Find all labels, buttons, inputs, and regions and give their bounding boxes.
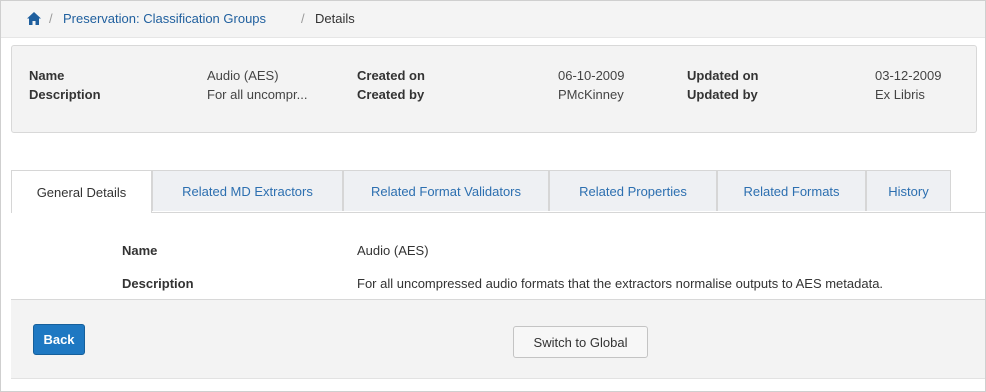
breadcrumb-link-classification-groups[interactable]: Preservation: Classification Groups <box>63 11 266 26</box>
switch-to-global-button[interactable]: Switch to Global <box>513 326 648 358</box>
summary-updated-by-value: Ex Libris <box>875 87 925 102</box>
tab-related-format-validators[interactable]: Related Format Validators <box>343 170 549 211</box>
detail-name-label: Name <box>122 243 158 258</box>
summary-created-by-value: PMcKinney <box>558 87 624 102</box>
breadcrumb-separator: / <box>49 11 53 26</box>
summary-created-on-value: 06-10-2009 <box>558 68 625 83</box>
home-icon[interactable] <box>27 12 41 25</box>
page-frame: / Preservation: Classification Groups / … <box>0 0 986 392</box>
detail-name-value: Audio (AES) <box>357 243 429 258</box>
summary-description-label: Description <box>29 87 101 102</box>
tab-related-md-extractors[interactable]: Related MD Extractors <box>152 170 343 211</box>
breadcrumb-current: Details <box>315 11 355 26</box>
tab-related-properties[interactable]: Related Properties <box>549 170 717 211</box>
tab-history[interactable]: History <box>866 170 951 211</box>
summary-created-by-label: Created by <box>357 87 425 102</box>
tabs-divider <box>11 212 985 213</box>
action-bar: Back Switch to Global <box>11 299 985 379</box>
summary-created-on-label: Created on <box>357 68 425 83</box>
tab-related-formats[interactable]: Related Formats <box>717 170 866 211</box>
summary-description-value: For all uncompr... <box>207 87 308 102</box>
summary-name-value: Audio (AES) <box>207 68 279 83</box>
summary-updated-by-label: Updated by <box>687 87 758 102</box>
summary-panel: Name Audio (AES) Description For all unc… <box>11 45 977 133</box>
detail-description-label: Description <box>122 276 194 291</box>
summary-updated-on-label: Updated on <box>687 68 759 83</box>
breadcrumb-separator: / <box>301 11 305 26</box>
detail-description-value: For all uncompressed audio formats that … <box>357 276 884 291</box>
tab-general-details[interactable]: General Details <box>11 170 152 213</box>
summary-updated-on-value: 03-12-2009 <box>875 68 942 83</box>
summary-name-label: Name <box>29 68 65 83</box>
breadcrumb: / Preservation: Classification Groups / … <box>1 1 985 38</box>
back-button[interactable]: Back <box>33 324 85 355</box>
